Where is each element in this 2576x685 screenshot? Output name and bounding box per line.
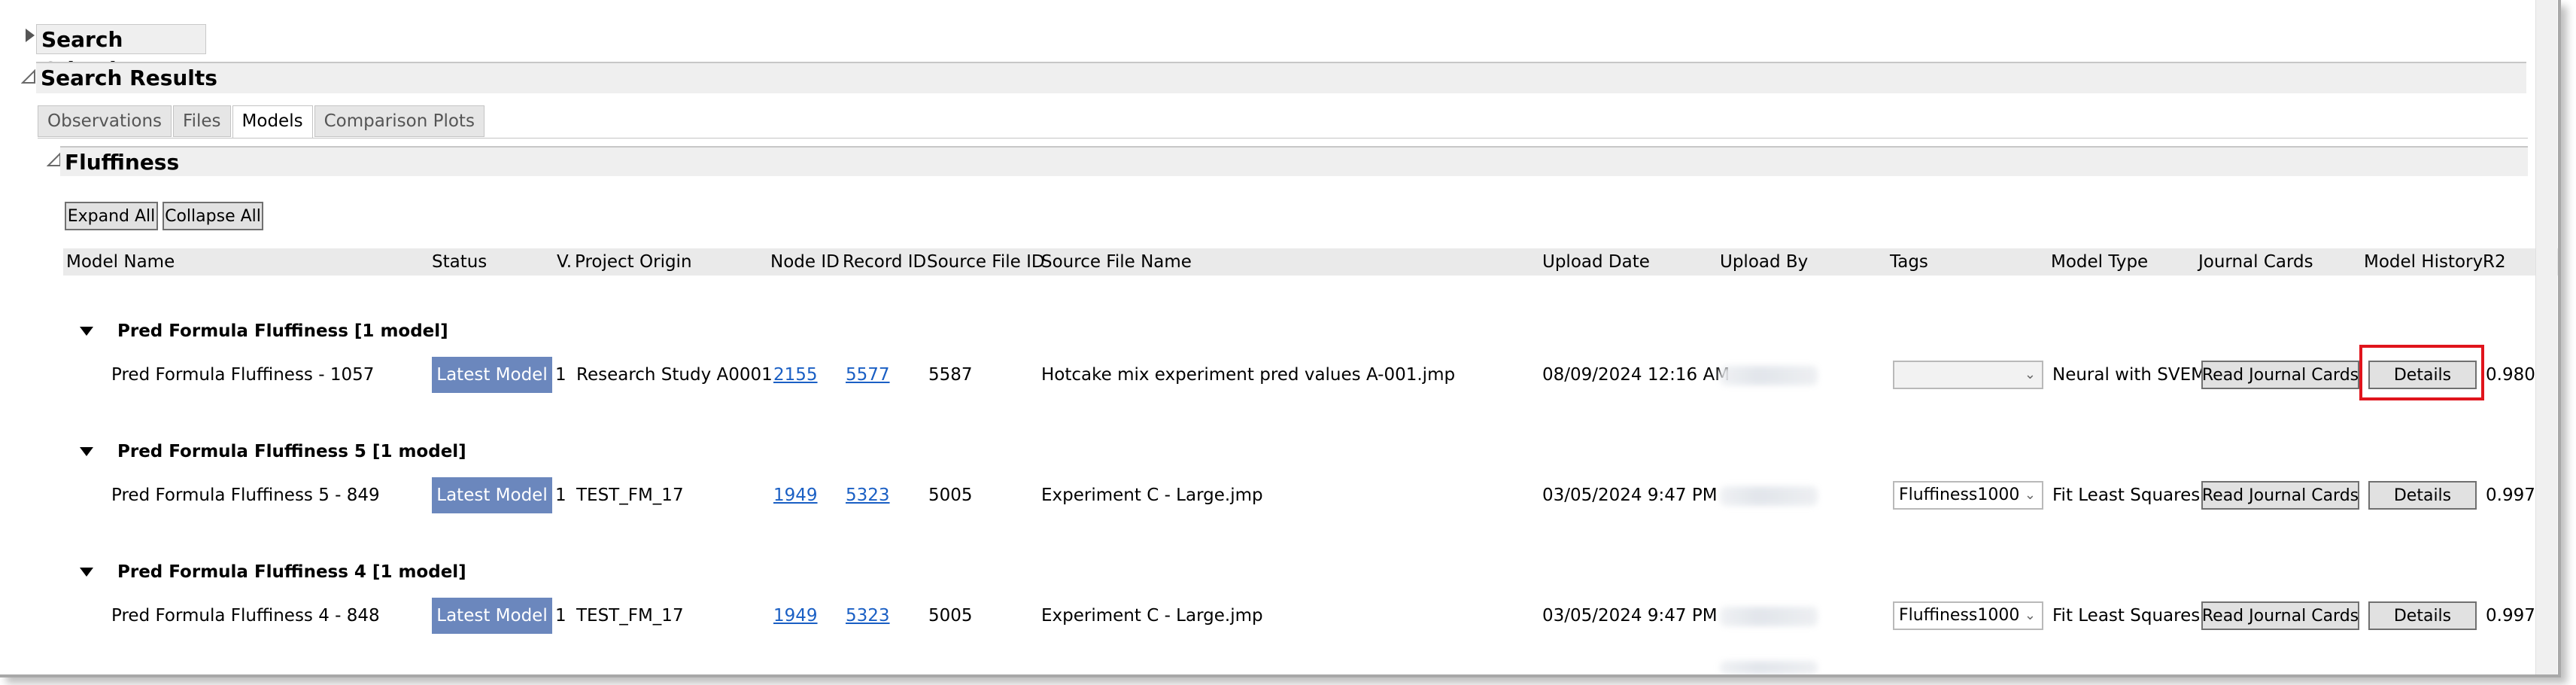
col-r2[interactable]: R2 xyxy=(2483,248,2506,276)
upload-by-redacted xyxy=(1720,366,1818,385)
col-model-type[interactable]: Model Type xyxy=(2051,248,2148,276)
col-upload-by[interactable]: Upload By xyxy=(1720,248,1808,276)
tab-models[interactable]: Models xyxy=(232,105,313,139)
read-journal-cards-button[interactable]: Read Journal Cards xyxy=(2201,361,2359,389)
col-upload-date[interactable]: Upload Date xyxy=(1542,248,1650,276)
project-origin: Research Study A0001 xyxy=(576,365,773,385)
tags-value: Fluffiness1000 xyxy=(1899,486,2020,504)
col-model-name[interactable]: Model Name xyxy=(66,248,175,276)
model-name: Pred Formula Fluffiness 4 - 848 xyxy=(111,606,380,626)
col-tags[interactable]: Tags xyxy=(1890,248,1928,276)
version: 1 xyxy=(555,486,567,505)
col-record-id[interactable]: Record ID xyxy=(843,248,926,276)
details-button[interactable]: Details xyxy=(2368,601,2477,630)
col-source-file-id[interactable]: Source File ID xyxy=(927,248,1045,276)
node-id-link[interactable]: 1949 xyxy=(773,479,818,512)
upload-date: 03/05/2024 9:47 PM xyxy=(1542,486,1718,505)
project-origin: TEST_FM_17 xyxy=(576,486,684,505)
model-type: Neural with SVEM xyxy=(2052,365,2207,385)
status-badge: Latest Model xyxy=(432,598,552,634)
expand-search-criteria-icon[interactable] xyxy=(26,29,35,42)
source-file-name: Experiment C - Large.jmp xyxy=(1041,606,1263,626)
group-title: Pred Formula Fluffiness 5 [1 model] xyxy=(117,442,466,461)
record-id-link[interactable]: 5323 xyxy=(846,479,890,512)
tags-dropdown[interactable]: ⌄ xyxy=(1893,361,2043,389)
col-status[interactable]: Status xyxy=(432,248,487,276)
report-window: Search Criteria Search Results Observati… xyxy=(0,0,2561,677)
read-journal-cards-button[interactable]: Read Journal Cards xyxy=(2201,601,2359,630)
record-id-link[interactable]: 5323 xyxy=(846,599,890,632)
col-version[interactable]: V. xyxy=(557,248,572,276)
node-id-link[interactable]: 1949 xyxy=(773,599,818,632)
tags-dropdown[interactable]: Fluffiness1000 ⌄ xyxy=(1893,601,2043,630)
source-file-name: Hotcake mix experiment pred values A-001… xyxy=(1041,365,1456,385)
details-highlight-box xyxy=(2359,345,2484,400)
collapse-all-button[interactable]: Collapse All xyxy=(163,202,263,230)
search-criteria-header[interactable]: Search Criteria xyxy=(36,24,206,82)
upload-date: 08/09/2024 12:16 AM xyxy=(1542,365,1730,385)
collapse-fluffiness-icon[interactable] xyxy=(47,152,62,167)
collapse-search-results-icon[interactable] xyxy=(21,69,36,84)
details-button[interactable]: Details xyxy=(2368,481,2477,510)
tags-dropdown[interactable]: Fluffiness1000 ⌄ xyxy=(1893,481,2043,510)
record-id-link[interactable]: 5577 xyxy=(846,358,890,391)
version: 1 xyxy=(555,606,567,626)
source-file-name: Experiment C - Large.jmp xyxy=(1041,486,1263,505)
model-name: Pred Formula Fluffiness 5 - 849 xyxy=(111,486,380,505)
group-collapse-icon[interactable] xyxy=(80,327,93,336)
tab-observations[interactable]: Observations xyxy=(38,105,172,137)
source-file-id: 5587 xyxy=(928,365,973,385)
project-origin: TEST_FM_17 xyxy=(576,606,684,626)
version: 1 xyxy=(555,365,567,385)
search-results-header[interactable]: Search Results xyxy=(36,62,2526,93)
tab-comparison-plots[interactable]: Comparison Plots xyxy=(314,105,485,137)
tab-divider xyxy=(38,138,2528,139)
source-file-id: 5005 xyxy=(928,486,973,505)
source-file-id: 5005 xyxy=(928,606,973,626)
status-badge: Latest Model xyxy=(432,357,552,393)
tags-value: Fluffiness1000 xyxy=(1899,606,2020,625)
upload-by-redacted xyxy=(1720,661,1818,674)
chevron-down-icon: ⌄ xyxy=(2024,487,2036,503)
upload-by-redacted xyxy=(1720,486,1818,506)
status-badge: Latest Model xyxy=(432,477,552,513)
group-title: Pred Formula Fluffiness 4 [1 model] xyxy=(117,562,466,582)
upload-date: 03/05/2024 9:47 PM xyxy=(1542,606,1718,626)
chevron-down-icon: ⌄ xyxy=(2024,367,2036,382)
node-id-link[interactable]: 2155 xyxy=(773,358,818,391)
vertical-scrollbar[interactable] xyxy=(2535,0,2557,674)
model-name: Pred Formula Fluffiness - 1057 xyxy=(111,365,375,385)
chevron-down-icon: ⌄ xyxy=(2024,607,2036,623)
col-project-origin[interactable]: Project Origin xyxy=(575,248,692,276)
model-type: Fit Least Squares xyxy=(2052,486,2201,505)
col-journal-cards[interactable]: Journal Cards xyxy=(2198,248,2313,276)
read-journal-cards-button[interactable]: Read Journal Cards xyxy=(2201,481,2359,510)
results-tabs: Observations Files Models Comparison Plo… xyxy=(38,105,486,139)
group-collapse-icon[interactable] xyxy=(80,568,93,577)
model-type: Fit Least Squares xyxy=(2052,606,2201,626)
upload-by-redacted xyxy=(1720,607,1818,626)
col-source-file-name[interactable]: Source File Name xyxy=(1041,248,1192,276)
tab-files[interactable]: Files xyxy=(173,105,231,137)
fluffiness-outline-header[interactable]: Fluffiness xyxy=(60,146,2528,176)
col-model-history[interactable]: Model History xyxy=(2364,248,2483,276)
group-collapse-icon[interactable] xyxy=(80,447,93,456)
expand-all-button[interactable]: Expand All xyxy=(65,202,158,230)
col-node-id[interactable]: Node ID xyxy=(770,248,840,276)
group-title: Pred Formula Fluffiness [1 model] xyxy=(117,321,448,341)
